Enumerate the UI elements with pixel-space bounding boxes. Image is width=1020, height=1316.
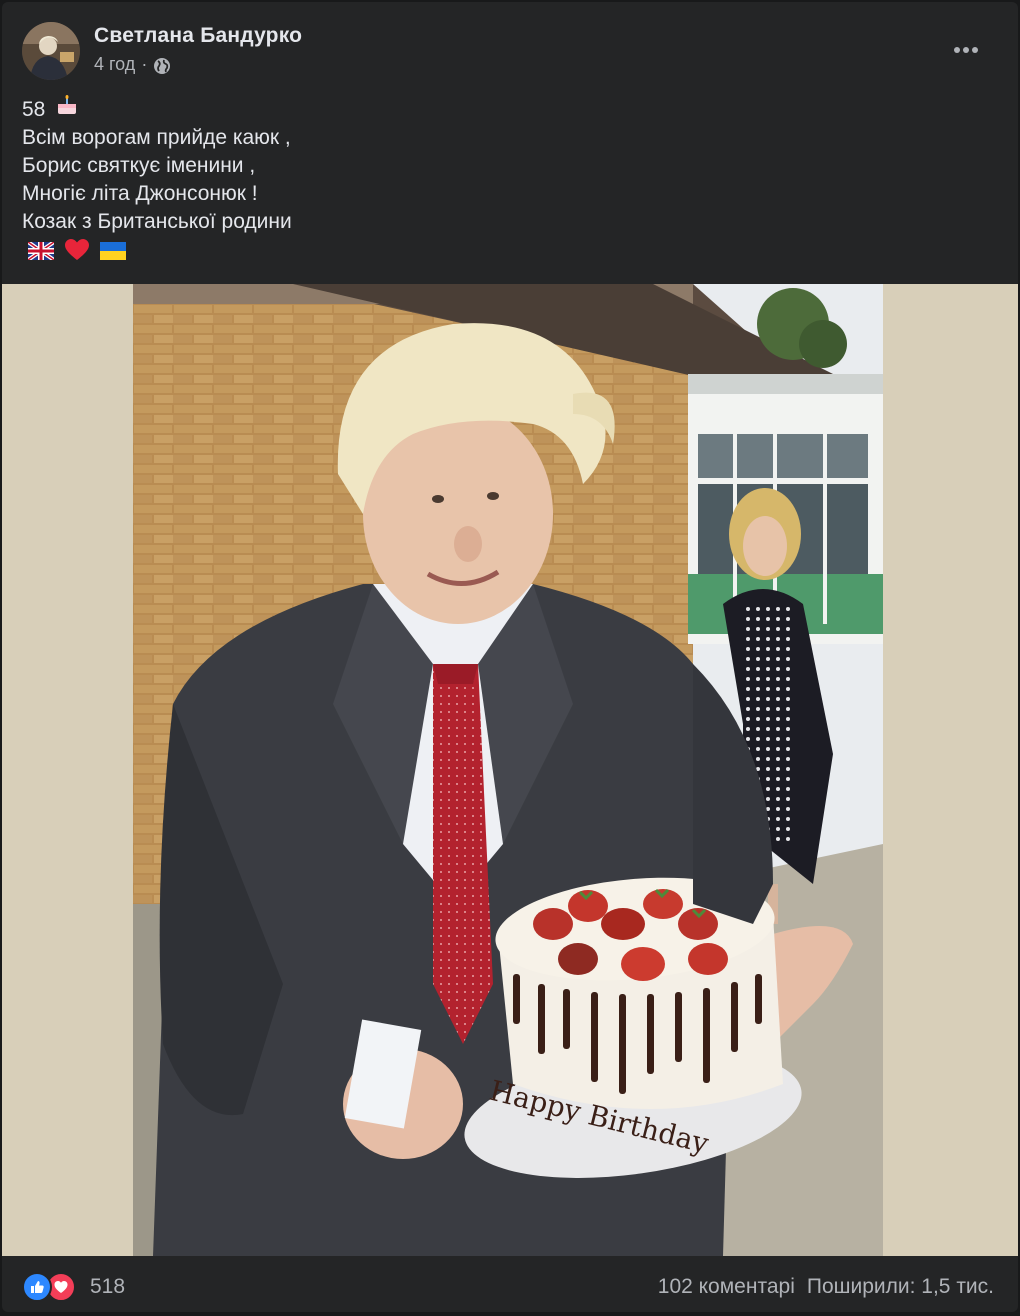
post-meta: 4 год · bbox=[94, 54, 171, 75]
red-heart-emoji bbox=[64, 238, 90, 270]
author-name[interactable]: Светлана Бандурко bbox=[94, 24, 302, 48]
age-number: 58 bbox=[22, 98, 46, 121]
emoji-row bbox=[22, 238, 292, 270]
birthday-cake-emoji bbox=[51, 95, 79, 124]
shares-count-link[interactable]: Поширили: 1,5 тис. bbox=[807, 1275, 994, 1299]
post-header: Светлана Бандурко 4 год · bbox=[22, 22, 998, 84]
meta-separator: · bbox=[141, 54, 148, 74]
post-timestamp[interactable]: 4 год bbox=[94, 54, 135, 75]
ukraine-flag-emoji bbox=[100, 240, 126, 268]
more-options-icon bbox=[953, 41, 979, 59]
more-options-button[interactable] bbox=[946, 34, 986, 66]
post-stats: 102 коментарі Поширили: 1,5 тис. bbox=[658, 1275, 994, 1299]
post-text-line: Борис святкує іменини , bbox=[22, 154, 256, 178]
post-text-line: Козак з Британської родини bbox=[22, 210, 292, 234]
photo-container: Happy Birthday bbox=[2, 284, 1018, 1256]
post-text: 58 Всім ворогам прийде каюк , Борис свят… bbox=[22, 95, 292, 270]
uk-flag-emoji bbox=[26, 240, 56, 268]
post-card: Светлана Бандурко 4 год · 58 Всім ворога… bbox=[2, 2, 1018, 1312]
post-footer: 518 102 коментарі Поширили: 1,5 тис. bbox=[22, 1262, 994, 1312]
post-text-line: 58 bbox=[22, 95, 292, 124]
post-text-line: Всім ворогам прийде каюк , bbox=[22, 126, 291, 150]
like-icon bbox=[22, 1272, 52, 1302]
author-avatar[interactable] bbox=[22, 22, 80, 80]
post-photo[interactable]: Happy Birthday bbox=[133, 284, 883, 1256]
reactions-summary[interactable]: 518 bbox=[22, 1272, 125, 1302]
comments-count-link[interactable]: 102 коментарі bbox=[658, 1275, 795, 1299]
globe-icon[interactable] bbox=[153, 57, 171, 75]
post-text-line: Многіє літа Джонсонюк ! bbox=[22, 182, 258, 206]
reaction-count: 518 bbox=[90, 1275, 126, 1298]
